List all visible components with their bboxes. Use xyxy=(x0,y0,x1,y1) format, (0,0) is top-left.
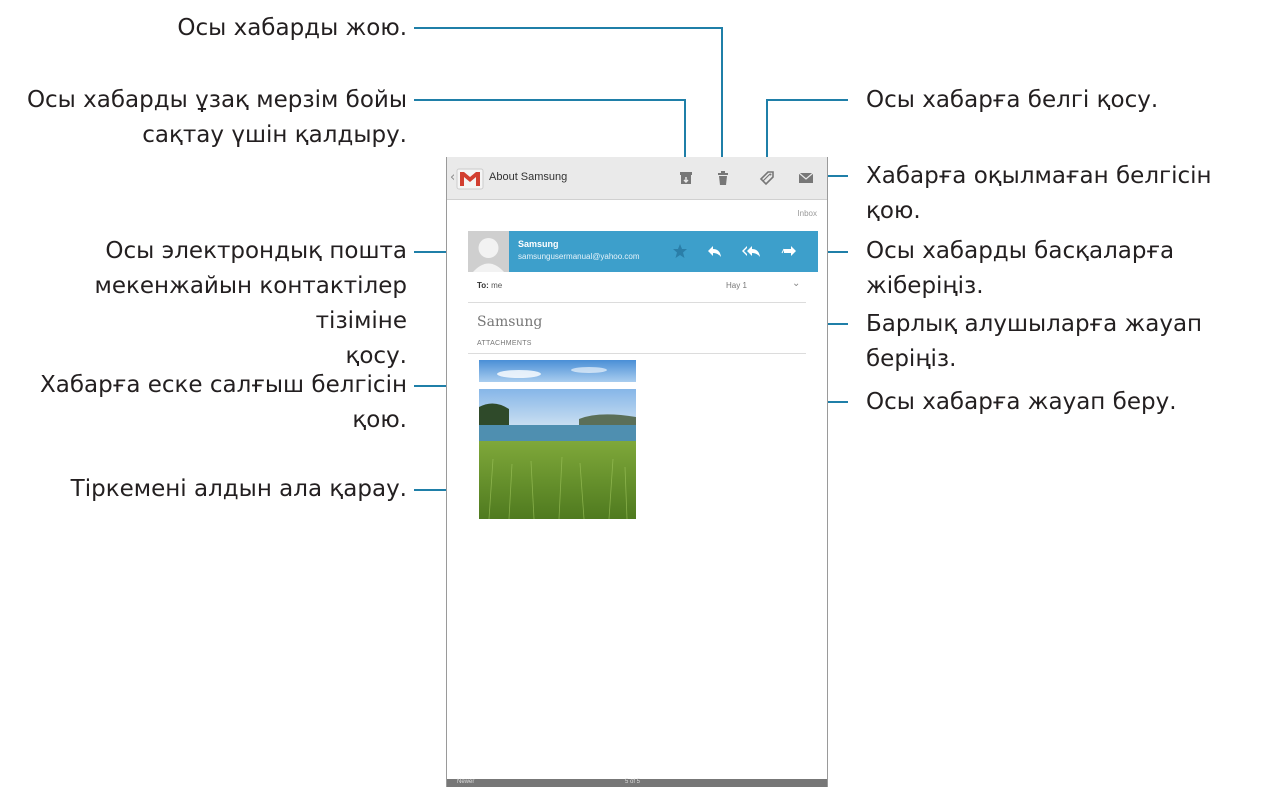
label-icon[interactable] xyxy=(758,169,776,187)
callout-forward: Осы хабарды басқаларға жіберіңіз. xyxy=(866,238,1175,299)
callout-label: Осы хабарға белгі қосу. xyxy=(866,87,1159,113)
callout-reply: Осы хабарға жауап беру. xyxy=(866,389,1177,415)
bottom-navigation-bar: Newer 5 of 5 xyxy=(447,779,827,787)
leader-delete xyxy=(414,27,723,170)
callout-delete: Осы хабарды жою. xyxy=(177,15,407,41)
mark-unread-icon[interactable] xyxy=(797,169,815,187)
message-position: 5 of 5 xyxy=(625,779,641,785)
reply-all-icon[interactable] xyxy=(742,243,762,259)
forward-icon[interactable] xyxy=(781,243,797,259)
star-icon[interactable] xyxy=(672,243,688,259)
back-chevron-icon[interactable]: ‹ xyxy=(450,170,455,185)
chevron-down-icon[interactable]: ⌄ xyxy=(792,278,800,289)
divider xyxy=(468,302,806,303)
attachment-thumbnail[interactable] xyxy=(479,360,636,382)
message-subject: Samsung xyxy=(477,314,543,330)
callout-reminder: Хабарға еске салғыш белгісін қою. xyxy=(40,372,407,433)
callout-reply-all: Барлық алушыларға жауап беріңіз. xyxy=(866,311,1203,372)
archive-icon[interactable] xyxy=(677,169,695,187)
callout-preview: Тіркемені алдын ала қарау. xyxy=(70,476,407,502)
callout-add-contact: Осы электрондық пошта мекенжайын контакт… xyxy=(94,238,407,369)
action-bar-title: About Samsung xyxy=(489,171,568,183)
reply-icon[interactable] xyxy=(707,243,723,259)
callout-archive: Осы хабарды ұзақ мерзім бойы сақтау үшін… xyxy=(26,87,407,148)
attachments-label: ATTACHMENTS xyxy=(477,340,532,347)
email-screen: ‹ About Samsung Inbox Samsung samsunguse… xyxy=(446,157,828,787)
to-prefix: To: xyxy=(477,281,489,290)
delete-icon[interactable] xyxy=(714,169,732,187)
contact-avatar-icon xyxy=(468,231,509,272)
action-bar: ‹ About Samsung xyxy=(447,157,827,200)
callout-unread: Хабарға оқылмаған белгісін қою. xyxy=(866,163,1212,224)
attachment-image-preview[interactable] xyxy=(479,389,636,519)
divider xyxy=(468,353,806,354)
message-date: Hay 1 xyxy=(726,281,747,290)
sender-header: Samsung samsungusermanual@yahoo.com xyxy=(468,231,818,272)
to-value: me xyxy=(491,281,503,290)
sender-avatar[interactable] xyxy=(468,231,509,272)
gmail-logo-icon[interactable] xyxy=(456,165,484,193)
newer-link[interactable]: Newer xyxy=(457,779,474,785)
recipient-row[interactable]: To: me xyxy=(477,281,502,290)
sender-name: Samsung xyxy=(518,239,559,249)
folder-label: Inbox xyxy=(797,209,817,218)
sender-email: samsungusermanual@yahoo.com xyxy=(518,252,640,261)
